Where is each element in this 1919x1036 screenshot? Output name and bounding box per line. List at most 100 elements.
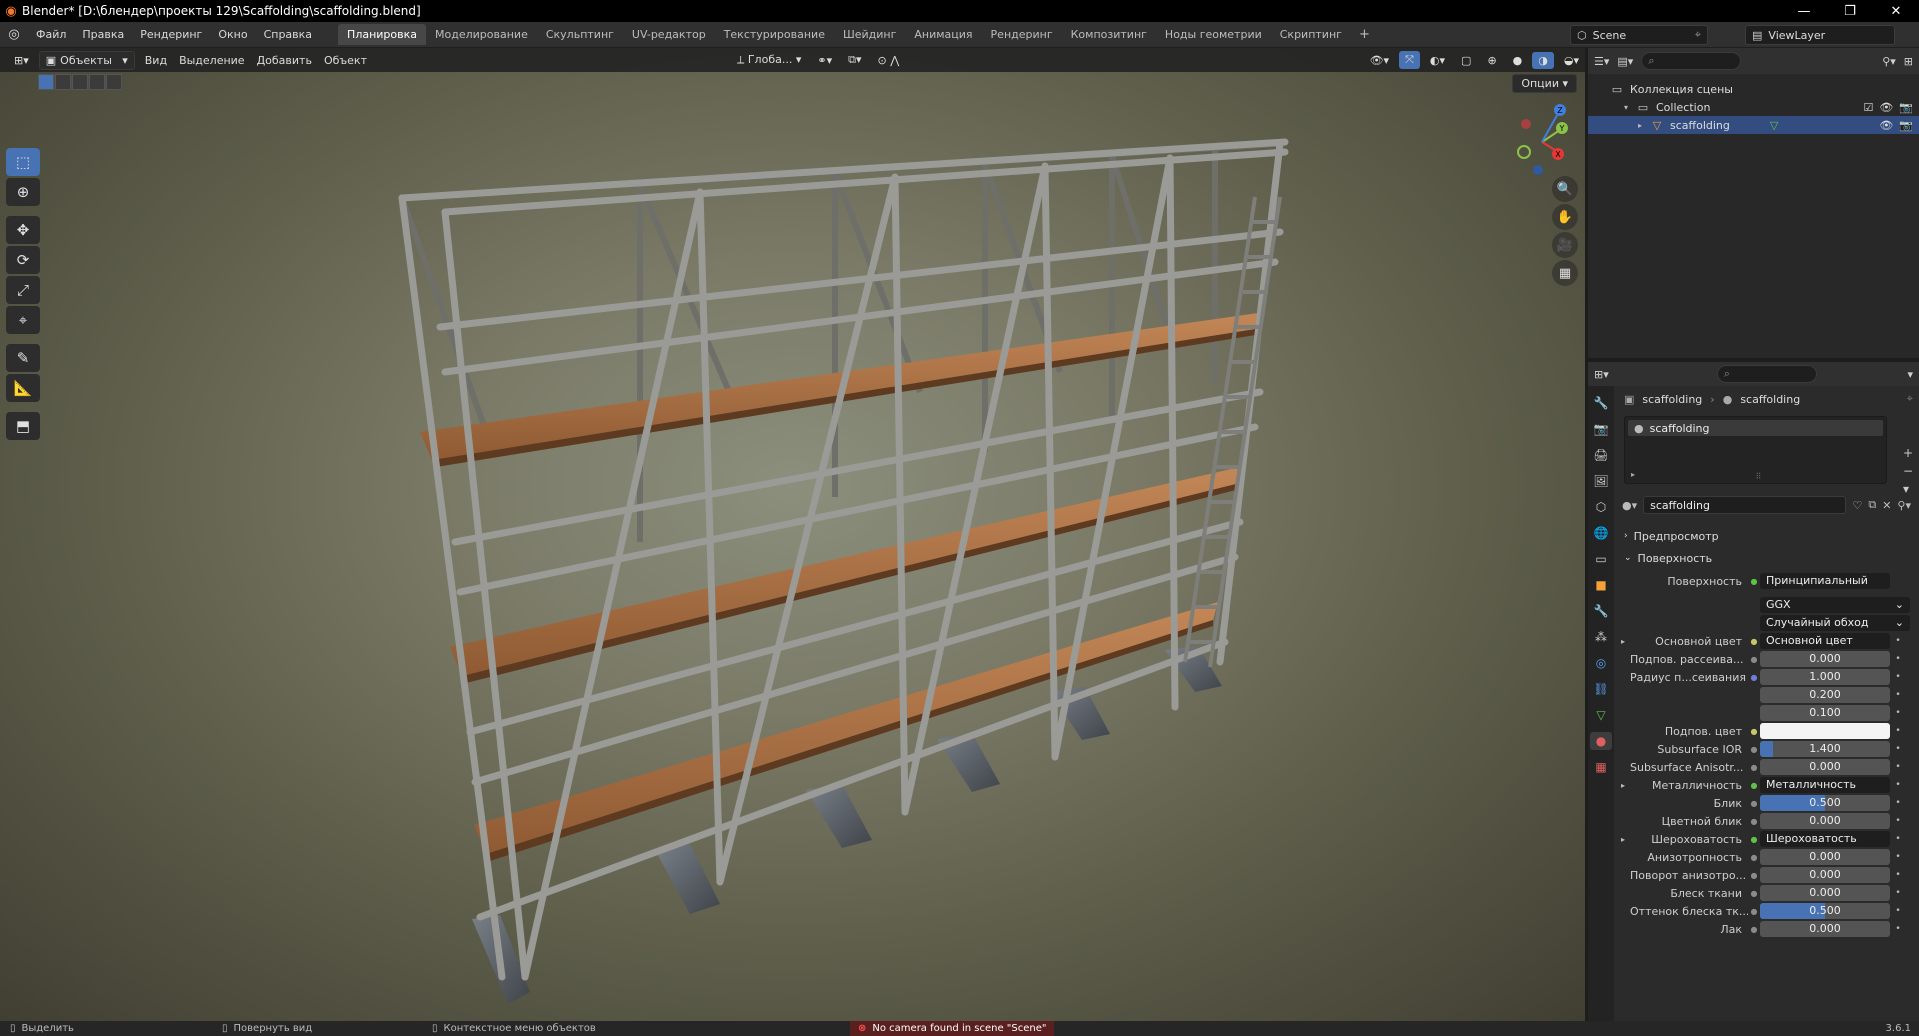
menu-item[interactable]: Файл (28, 28, 74, 41)
breadcrumb-object[interactable]: scaffolding (1642, 393, 1702, 406)
outliner-row[interactable]: ▸ ▽ scaffolding ▽ 👁 📷 (1588, 116, 1919, 134)
eye-icon[interactable]: 👁 (1879, 119, 1893, 132)
workspace-tab[interactable]: Ноды геометрии (1156, 24, 1271, 45)
workspace-tab[interactable]: Скриптинг (1271, 24, 1351, 45)
parameter-field[interactable]: Металличность (1760, 777, 1890, 793)
socket-dot[interactable]: ● (1748, 781, 1760, 790)
keyframe-dot-icon[interactable]: • (1890, 654, 1906, 664)
keyframe-dot-icon[interactable]: • (1890, 906, 1906, 916)
wireframe-shading-icon[interactable]: ⊕ (1481, 52, 1502, 69)
distribution-dropdown[interactable]: GGX ⌄ (1760, 597, 1910, 613)
menu-item[interactable]: Справка (256, 28, 320, 41)
viewport-menu-item[interactable]: Выделение (173, 52, 251, 69)
socket-dot[interactable]: ● (1748, 655, 1760, 664)
select-invert-icon[interactable] (89, 74, 105, 90)
scaffolding-model[interactable] (0, 72, 1585, 1021)
tool-tab-icon[interactable]: 🔧 (1590, 394, 1612, 412)
expand-arrow-icon[interactable]: ▸ (1616, 781, 1630, 790)
3d-viewport[interactable]: ⊞▾ ▣ Объекты ▾ Вид Выделение Добавить Объек… (0, 48, 1585, 1021)
keyframe-dot-icon[interactable]: • (1890, 780, 1906, 790)
keyframe-dot-icon[interactable]: • (1890, 816, 1906, 826)
material-tab-icon[interactable]: ● (1590, 732, 1612, 750)
parameter-field[interactable]: 0.500 (1760, 903, 1890, 919)
parameter-field[interactable]: 1.400 (1760, 741, 1890, 757)
visibility-icon[interactable]: 👁▾ (1364, 52, 1396, 69)
gizmo-toggle-icon[interactable]: ⤧ (1399, 51, 1420, 69)
remove-slot-icon[interactable]: − (1903, 464, 1913, 478)
select-subtract-icon[interactable] (72, 74, 88, 90)
zoom-icon[interactable]: 🔍 (1552, 176, 1578, 202)
overlay-icon[interactable]: ◐▾ (1424, 52, 1451, 69)
editor-type-icon[interactable]: ⊞▾ (1594, 368, 1609, 381)
expand-arrow-icon[interactable]: ▸ (1631, 470, 1635, 479)
annotate-tool-icon[interactable]: ✎ (6, 344, 40, 372)
parameter-field[interactable]: 0.200 (1760, 687, 1890, 703)
expand-arrow-icon[interactable]: ▸ (1616, 835, 1630, 844)
snap-icon[interactable]: ⧉▾ (842, 51, 867, 69)
keyframe-dot-icon[interactable]: • (1890, 870, 1906, 880)
workspace-tab[interactable]: Планировка (338, 24, 427, 45)
close-button[interactable]: ✕ (1873, 4, 1919, 19)
editor-type-icon[interactable]: ☰▾ (1594, 55, 1609, 68)
parameter-field[interactable]: 0.000 (1760, 885, 1890, 901)
add-workspace-button[interactable]: + (1351, 27, 1378, 42)
socket-dot[interactable]: ● (1748, 763, 1760, 772)
navigation-gizmo[interactable]: Z Y X (1500, 100, 1580, 180)
keyframe-dot-icon[interactable]: • (1890, 798, 1906, 808)
parameter-field[interactable]: 0.000 (1760, 921, 1890, 937)
menu-item[interactable]: Правка (74, 28, 132, 41)
socket-dot[interactable]: ● (1748, 871, 1760, 880)
particles-tab-icon[interactable]: ⁂ (1590, 628, 1612, 646)
new-collection-icon[interactable]: ⊞ (1904, 55, 1913, 68)
keyframe-dot-icon[interactable]: • (1890, 708, 1906, 718)
scene-tab-icon[interactable]: ⬡ (1590, 498, 1612, 516)
material-shading-icon[interactable]: ◑ (1532, 51, 1554, 69)
select-intersect-icon[interactable] (106, 74, 122, 90)
outliner-row[interactable]: ▭ Коллекция сцены (1588, 80, 1919, 98)
material-slot[interactable]: ● scaffolding (1628, 420, 1883, 436)
collection-tab-icon[interactable]: ▭ (1590, 550, 1612, 568)
select-extend-icon[interactable] (55, 74, 71, 90)
proportional-edit-icon[interactable]: ⊙ ⋀ (872, 52, 906, 69)
socket-dot[interactable]: ● (1748, 907, 1760, 916)
parameter-field[interactable]: 1.000 (1760, 669, 1890, 685)
material-name-field[interactable]: scaffolding (1643, 496, 1847, 514)
view-layer-selector[interactable]: ▤ ViewLayer (1745, 25, 1895, 45)
move-tool-icon[interactable]: ✥ (6, 216, 40, 244)
texture-tab-icon[interactable]: ▦ (1590, 758, 1612, 776)
render-camera-icon[interactable]: 📷 (1899, 101, 1913, 114)
duplicate-material-icon[interactable]: ⧉ (1868, 498, 1876, 512)
add-slot-icon[interactable]: + (1903, 446, 1913, 460)
data-tab-icon[interactable]: ▽ (1590, 706, 1612, 724)
workspace-tab[interactable]: Скульптинг (537, 24, 623, 45)
browse-material-icon[interactable]: ●▾ (1622, 499, 1637, 512)
outliner-search[interactable]: ⌕ (1641, 52, 1742, 70)
scale-tool-icon[interactable]: ⤢ (6, 276, 40, 304)
camera-view-icon[interactable]: 🎥 (1552, 232, 1578, 258)
render-camera-icon[interactable]: 📷 (1899, 119, 1913, 132)
slot-menu-icon[interactable]: ▾ (1903, 482, 1913, 496)
parameter-field[interactable]: Основной цвет (1760, 633, 1890, 649)
keyframe-dot-icon[interactable]: • (1890, 852, 1906, 862)
keyframe-dot-icon[interactable]: • (1890, 744, 1906, 754)
workspace-tab[interactable]: Моделирование (426, 24, 537, 45)
fake-user-icon[interactable]: ♡ (1852, 499, 1862, 512)
preview-panel-header[interactable]: › Предпросмотр (1616, 526, 1919, 546)
pin-icon[interactable]: ⌖ (1907, 392, 1913, 406)
breadcrumb-material[interactable]: scaffolding (1740, 393, 1800, 406)
workspace-tab[interactable]: Анимация (905, 24, 981, 45)
mode-selector[interactable]: ▣ Объекты ▾ (38, 50, 135, 70)
measure-tool-icon[interactable]: 📐 (6, 374, 40, 402)
parameter-field[interactable]: Шероховатость (1760, 831, 1890, 847)
socket-dot[interactable]: ● (1748, 835, 1760, 844)
xray-icon[interactable]: ▢ (1455, 52, 1477, 69)
expand-arrow-icon[interactable]: ▾ (1624, 103, 1636, 112)
keyframe-dot-icon[interactable]: • (1890, 672, 1906, 682)
physics-tab-icon[interactable]: ◎ (1590, 654, 1612, 672)
rotate-tool-icon[interactable]: ⟳ (6, 246, 40, 274)
workspace-tab[interactable]: Шейдинг (834, 24, 905, 45)
select-new-icon[interactable] (38, 74, 54, 90)
status-warning[interactable]: ⊗ No camera found in scene "Scene" (850, 1021, 1055, 1036)
keyframe-dot-icon[interactable]: • (1890, 726, 1906, 736)
constraints-tab-icon[interactable]: ⛓ (1590, 680, 1612, 698)
